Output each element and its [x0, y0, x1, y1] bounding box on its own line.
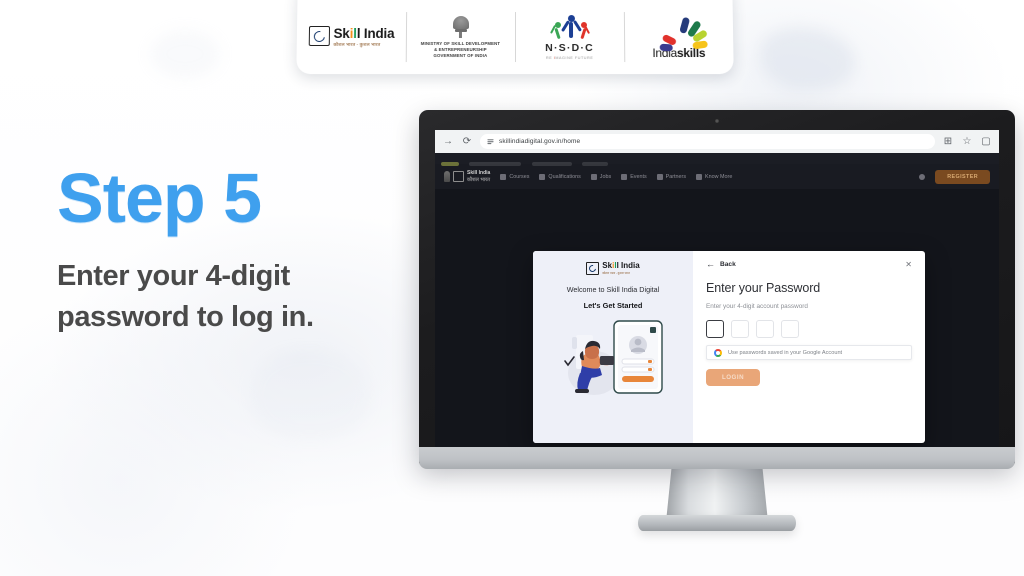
site-settings-icon[interactable]: [487, 138, 494, 145]
logo-nsdc: N·S·D·C RE IMAGINE FUTURE: [515, 6, 624, 68]
modal-header: ← Back ✕: [706, 260, 912, 269]
close-icon[interactable]: ✕: [905, 260, 912, 269]
profile-icon[interactable]: ▢: [980, 136, 992, 148]
logo-india-skills: Indiaskills: [624, 6, 734, 68]
step-subtitle: Enter your 4-digit password to log in.: [57, 260, 314, 334]
events-icon: [621, 173, 628, 180]
jobs-icon: [590, 173, 597, 180]
nav-label: Jobs: [599, 173, 612, 180]
monitor-bezel: → ⟳ skillindiadigital.gov.in/home ⊞ ☆ ▢ …: [419, 110, 1015, 469]
nsdc-wordmark: N·S·D·C: [545, 42, 594, 55]
google-password-suggestion-label: Use passwords saved in your Google Accou…: [728, 349, 843, 356]
modal-welcome-text: Welcome to Skill India Digital: [566, 285, 660, 294]
language-globe-icon[interactable]: [919, 173, 926, 180]
password-digit-2[interactable]: [731, 320, 749, 338]
logo-skill-india: Skill India कौशल भारत - कुशल भारत: [296, 6, 406, 68]
nsdc-people-icon: [548, 14, 590, 42]
site-brand-emblem-icon: [444, 171, 450, 182]
skill-india-monitor-icon: [586, 262, 600, 275]
logo-ministry: MINISTRY OF SKILL DEVELOPMENT & ENTREPRE…: [406, 6, 515, 68]
ministry-line-3: GOVERNMENT OF INDIA: [433, 53, 488, 59]
skill-india-tagline: कौशल भारत - कुशल भारत: [333, 41, 381, 47]
webcam-icon: [715, 119, 719, 123]
ministry-line-1: MINISTRY OF SKILL DEVELOPMENT: [420, 40, 501, 46]
modal-hint-text: Enter your 4-digit account password: [706, 303, 808, 310]
nav-label: Courses: [509, 173, 530, 180]
skill-india-wordmark: Skill India: [333, 25, 395, 41]
courses-icon: [500, 173, 507, 180]
step-copy-block: Step 5 Enter your 4-digit password to lo…: [57, 163, 427, 338]
google-password-suggestion[interactable]: Use passwords saved in your Google Accou…: [706, 345, 912, 360]
modal-get-started-text: Let's Get Started: [583, 301, 643, 310]
nav-item-qualifications[interactable]: Qualifications: [539, 173, 581, 180]
website-viewport: Skill India कौशल भारत Courses Qualificat…: [435, 153, 999, 447]
partners-icon: [656, 173, 663, 180]
forward-icon[interactable]: →: [442, 136, 454, 148]
back-label: Back: [720, 261, 736, 268]
know-more-icon: [696, 173, 703, 180]
modal-title: Enter your Password: [706, 281, 821, 295]
nav-item-partners[interactable]: Partners: [656, 173, 687, 180]
password-digit-3[interactable]: [756, 320, 774, 338]
password-digit-1[interactable]: [706, 320, 724, 338]
site-top-strip: [435, 153, 999, 166]
modal-left-panel: Skill India कौशल भारत - कुशल भारत Welcom…: [533, 251, 693, 443]
password-digit-group: [706, 320, 912, 338]
modal-brand-logo: Skill India कौशल भारत - कुशल भारत: [586, 261, 640, 275]
modal-right-panel: ← Back ✕ Enter your Password Enter your …: [693, 251, 925, 443]
background-watermark-1: [760, 28, 855, 90]
login-button[interactable]: LOGIN: [706, 369, 760, 386]
site-page-body: Skill India कौशल भारत - कुशल भारत Welcom…: [435, 189, 999, 447]
google-icon: [714, 348, 722, 357]
nav-item-know-more[interactable]: Know More: [696, 173, 733, 180]
nsdc-tagline: RE IMAGINE FUTURE: [545, 55, 594, 60]
accreditation-logo-bar: Skill India कौशल भारत - कुशल भारत MINIST…: [296, 0, 734, 75]
back-button[interactable]: ← Back: [706, 260, 736, 269]
password-digit-4[interactable]: [781, 320, 799, 338]
address-bar[interactable]: skillindiadigital.gov.in/home: [480, 134, 935, 149]
back-arrow-icon: ←: [706, 259, 715, 269]
page-background: Skill India कौशल भारत - कुशल भारत MINIST…: [0, 0, 1024, 576]
modal-brand-name: Skill India: [602, 261, 640, 270]
monitor-stand-neck: [666, 462, 768, 522]
modal-brand-tagline: कौशल भारत - कुशल भारत: [602, 271, 630, 275]
site-brand-name: Skill India: [467, 169, 491, 176]
password-modal: Skill India कौशल भारत - कुशल भारत Welcom…: [533, 251, 925, 443]
step-title: Step 5: [57, 159, 262, 237]
nav-label: Qualifications: [548, 173, 581, 180]
background-watermark-3: [250, 350, 370, 440]
nav-label: Events: [630, 173, 647, 180]
login-illustration: [552, 315, 674, 399]
desktop-monitor: → ⟳ skillindiadigital.gov.in/home ⊞ ☆ ▢ …: [419, 110, 1015, 531]
bookmark-icon[interactable]: ☆: [961, 136, 973, 148]
extensions-icon[interactable]: ⊞: [942, 136, 954, 148]
register-button[interactable]: REGISTER: [935, 169, 990, 184]
monitor-screen: → ⟳ skillindiadigital.gov.in/home ⊞ ☆ ▢ …: [435, 130, 999, 447]
nav-label: Know More: [705, 173, 733, 180]
site-brand-mark-icon: [453, 171, 464, 182]
site-navbar: Skill India कौशल भारत Courses Qualificat…: [435, 164, 999, 189]
browser-toolbar: → ⟳ skillindiadigital.gov.in/home ⊞ ☆ ▢: [435, 130, 999, 153]
india-skills-hand-icon: [656, 16, 708, 51]
ashoka-emblem-icon: [450, 15, 470, 39]
nav-item-courses[interactable]: Courses: [500, 173, 530, 180]
nav-label: Partners: [665, 173, 687, 180]
background-watermark-2: [150, 30, 220, 78]
monitor-stand-base: [638, 515, 796, 531]
url-text: skillindiadigital.gov.in/home: [499, 138, 581, 145]
site-brand-sub: कौशल भारत: [467, 176, 491, 183]
reload-icon[interactable]: ⟳: [461, 136, 473, 148]
site-brand[interactable]: Skill India कौशल भारत: [444, 170, 490, 184]
nav-item-jobs[interactable]: Jobs: [590, 173, 612, 180]
qualifications-icon: [539, 173, 546, 180]
monitor-chin: [419, 447, 1015, 469]
skill-india-monitor-icon: [308, 26, 330, 46]
nav-item-events[interactable]: Events: [621, 173, 647, 180]
